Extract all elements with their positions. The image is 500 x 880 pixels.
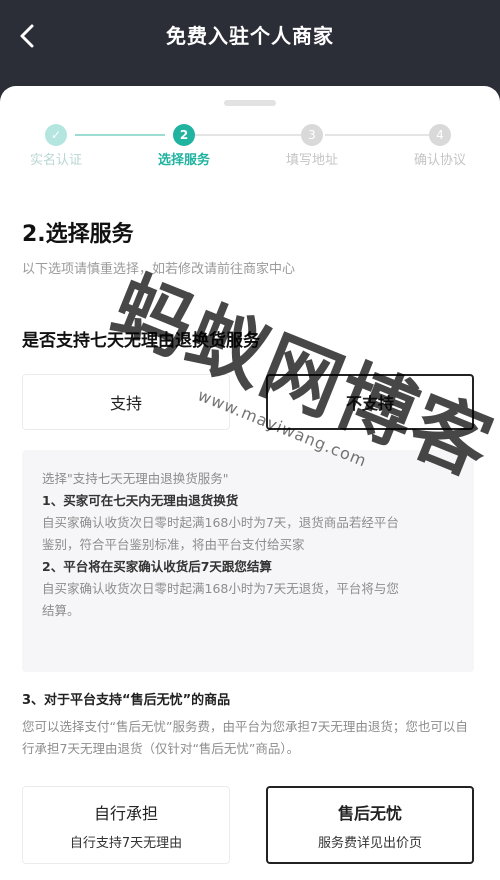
option-subtitle: 自行支持7天无理由 (69, 835, 183, 851)
step-number: 2 (173, 124, 195, 146)
not-support-option-button[interactable]: 不支持 (266, 374, 474, 430)
step-label: 选择服务 (157, 153, 210, 168)
page-title: 免费入驻个人商家 (166, 24, 334, 48)
policy-info-box: 选择"支持七天无理由退换货服务" 1、买家可在七天内无理由退货换货 自买家确认收… (22, 450, 474, 672)
return-policy-question: 是否支持七天无理由退换货服务 (22, 331, 260, 351)
step-number: 3 (301, 124, 323, 146)
checkmark-icon: ✓ (45, 124, 67, 146)
section-title: 2.选择服务 (22, 222, 134, 247)
option-label: 支持 (109, 394, 142, 413)
option-label: 不支持 (345, 394, 394, 413)
info-line: 自买家确认收货次日零时起满168小时为7天无退货，平台将与您 (42, 581, 399, 596)
info-line: 选择"支持七天无理由退换货服务" (42, 471, 229, 486)
step-confirm-agreement: 4 确认协议 (380, 124, 500, 170)
info-line: 1、买家可在七天内无理由退货换货 (42, 493, 239, 508)
option-subtitle: 服务费详见出价页 (317, 835, 422, 851)
info-line: 结算。 (42, 603, 80, 618)
top-navigation-bar: 免费入驻个人商家 (0, 0, 500, 86)
after-sale-rule: 3、对于平台支持“售后无忧”的商品 您可以选择支付“售后无忧”服务费，由平台为您… (22, 690, 478, 760)
self-bear-option-button[interactable]: 自行承担 自行支持7天无理由 (22, 786, 230, 864)
rule-heading: 3、对于平台支持“售后无忧”的商品 (22, 693, 231, 708)
rule-body: 您可以选择支付“售后无忧”服务费，由平台为您承担7天无理由退货；您也可以自行承担… (22, 719, 468, 756)
sheet-drag-handle[interactable] (224, 100, 276, 106)
step-number: 4 (429, 124, 451, 146)
step-label: 实名认证 (29, 153, 82, 168)
option-title: 自行承担 (93, 803, 158, 823)
option-title: 售后无忧 (337, 803, 402, 823)
step-label: 确认协议 (413, 153, 466, 168)
step-select-service: 2 选择服务 (124, 124, 244, 170)
form-sheet: ✓ 实名认证 2 选择服务 3 填写地址 4 确认协议 2.选择服务 以下选项请… (0, 86, 500, 880)
step-real-name: ✓ 实名认证 (0, 124, 116, 170)
info-line: 鉴别，符合平台鉴别标准，将由平台支付给买家 (42, 537, 305, 552)
step-label: 填写地址 (285, 153, 338, 168)
info-line: 2、平台将在买家确认收货后7天跟您结算 (42, 559, 272, 574)
section-hint: 以下选项请慎重选择，如若修改请前往商家中心 (22, 262, 296, 277)
info-line: 自买家确认收货次日零时起满168小时为7天，退货商品若经平台 (42, 515, 399, 530)
support-option-button[interactable]: 支持 (22, 374, 230, 430)
worry-free-option-button[interactable]: 售后无忧 服务费详见出价页 (266, 786, 474, 864)
step-fill-address: 3 填写地址 (252, 124, 372, 170)
